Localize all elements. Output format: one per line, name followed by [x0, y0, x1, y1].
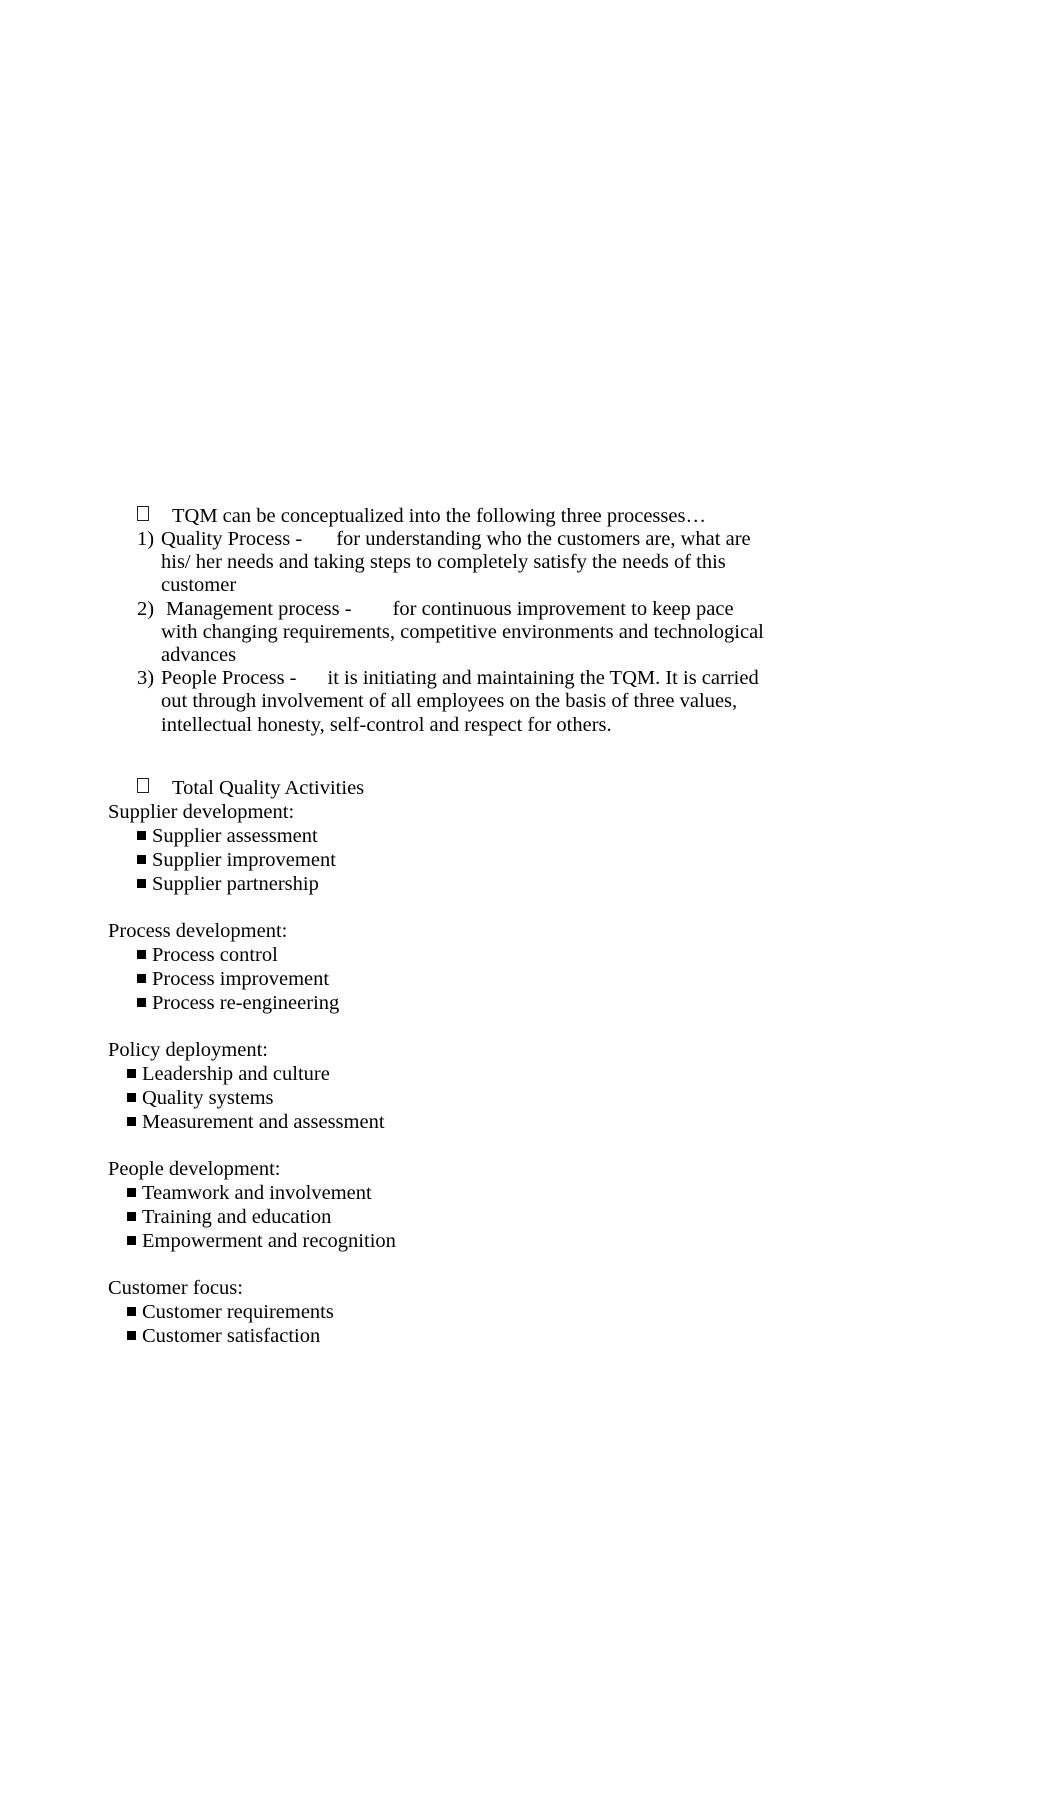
- document-page: TQM can be conceptualized into the follo…: [0, 0, 1062, 1812]
- list-item-label: Customer requirements: [142, 1300, 334, 1323]
- square-bullet-icon: [127, 1306, 136, 1316]
- square-bullet-icon: [127, 1116, 136, 1126]
- list-item: Process re-engineering: [108, 991, 768, 1015]
- numbered-item-1-marker: 1): [137, 528, 155, 550]
- list-item-label: Supplier improvement: [152, 848, 336, 871]
- square-bullet-icon: [127, 1330, 136, 1340]
- numbered-item-3: 3) People Process - it is initiating and …: [108, 667, 768, 737]
- numbered-item-3-marker: 3): [137, 667, 155, 690]
- list-item-label: Process control: [152, 943, 278, 966]
- list-item: Supplier assessment: [108, 824, 768, 848]
- group-customer-focus: Customer focus: Customer requirements Cu…: [108, 1276, 768, 1348]
- group-people-development: People development: Teamwork and involve…: [108, 1157, 768, 1253]
- square-bullet-icon: [127, 1092, 136, 1102]
- list-item-label: Process re-engineering: [152, 991, 340, 1014]
- placeholder-box-glyph-icon: [137, 777, 149, 793]
- spacer-after-numbered-list: [108, 737, 768, 760]
- group-supplier-development: Supplier development: Supplier assessmen…: [108, 800, 768, 896]
- group-heading: Supplier development:: [108, 800, 295, 823]
- list-item: Empowerment and recognition: [108, 1229, 768, 1253]
- group-policy-deployment: Policy deployment: Leadership and cultur…: [108, 1038, 768, 1134]
- list-item-label: Process improvement: [152, 967, 330, 990]
- group-heading: Policy deployment:: [108, 1038, 268, 1061]
- list-item-label: Supplier assessment: [152, 824, 318, 847]
- group-heading: Customer focus:: [108, 1276, 243, 1299]
- spacer-between-groups: [108, 1134, 768, 1157]
- intro-bullet-line: TQM can be conceptualized into the follo…: [108, 505, 768, 528]
- square-bullet-icon: [137, 830, 146, 840]
- numbered-item-1-body: Quality Process - for understanding who t…: [159, 528, 768, 598]
- numbered-item-3-continuation2: honesty, self-control and respect for ot…: [257, 713, 612, 736]
- list-item-label: Supplier partnership: [152, 872, 319, 895]
- list-item-label: Customer satisfaction: [142, 1324, 321, 1347]
- group-heading: People development:: [108, 1157, 281, 1180]
- list-item: Teamwork and involvement: [108, 1181, 768, 1205]
- list-item-label: Quality systems: [142, 1086, 274, 1109]
- activities-bullet-line: Total Quality Activities: [108, 777, 768, 800]
- group-heading: Process development:: [108, 919, 288, 942]
- numbered-item-1-lead: Quality Process -: [161, 528, 303, 550]
- spacer-between-groups: [108, 896, 768, 919]
- square-bullet-icon: [137, 854, 146, 864]
- list-item: Training and education: [108, 1205, 768, 1229]
- numbered-item-3-body: People Process - it is initiating and mai…: [159, 667, 768, 737]
- square-bullet-icon: [137, 878, 146, 888]
- activities-bullet-text: Total Quality Activities: [172, 776, 365, 799]
- list-item: Process control: [108, 943, 768, 967]
- list-item: Customer satisfaction: [108, 1324, 768, 1348]
- numbered-item-2-lead: Management process -: [166, 597, 352, 620]
- numbered-item-2: 2) Management process - for continuous im…: [108, 598, 768, 668]
- list-item: Supplier partnership: [108, 872, 768, 896]
- list-item: Measurement and assessment: [108, 1110, 768, 1134]
- list-item-label: Teamwork and involvement: [142, 1181, 372, 1204]
- document-body: TQM can be conceptualized into the follo…: [108, 505, 768, 1348]
- list-item-label: Leadership and culture: [142, 1062, 330, 1085]
- numbered-item-1-continuation: needs and taking steps to completely sat…: [161, 551, 726, 597]
- list-item-label: Measurement and assessment: [142, 1110, 385, 1133]
- list-item: Quality systems: [108, 1086, 768, 1110]
- intro-bullet-text: TQM can be conceptualized into the follo…: [172, 505, 706, 527]
- list-item-label: Empowerment and recognition: [142, 1229, 396, 1252]
- list-item: Customer requirements: [108, 1300, 768, 1324]
- list-item: Leadership and culture: [108, 1062, 768, 1086]
- group-process-development: Process development: Process control Pro…: [108, 919, 768, 1015]
- spacer-between-groups: [108, 1253, 768, 1276]
- square-bullet-icon: [127, 1068, 136, 1078]
- square-bullet-icon: [127, 1187, 136, 1197]
- spacer-before-activities: [108, 760, 768, 777]
- square-bullet-icon: [137, 949, 146, 959]
- numbered-item-2-continuation: changing requirements, competitive envir…: [161, 620, 764, 667]
- square-bullet-icon: [137, 973, 146, 983]
- list-item: Supplier improvement: [108, 848, 768, 872]
- numbered-item-3-lead: People Process -: [161, 667, 297, 690]
- numbered-item-2-body: Management process - for continuous impro…: [159, 598, 768, 668]
- numbered-item-2-marker: 2): [137, 597, 155, 620]
- list-item-label: Training and education: [142, 1205, 332, 1228]
- square-bullet-icon: [127, 1235, 136, 1245]
- spacer-between-groups: [108, 1015, 768, 1038]
- numbered-item-1: 1) Quality Process - for understanding wh…: [108, 528, 768, 598]
- square-bullet-icon: [127, 1211, 136, 1221]
- list-item: Process improvement: [108, 967, 768, 991]
- placeholder-box-glyph-icon: [137, 506, 149, 521]
- square-bullet-icon: [137, 997, 146, 1007]
